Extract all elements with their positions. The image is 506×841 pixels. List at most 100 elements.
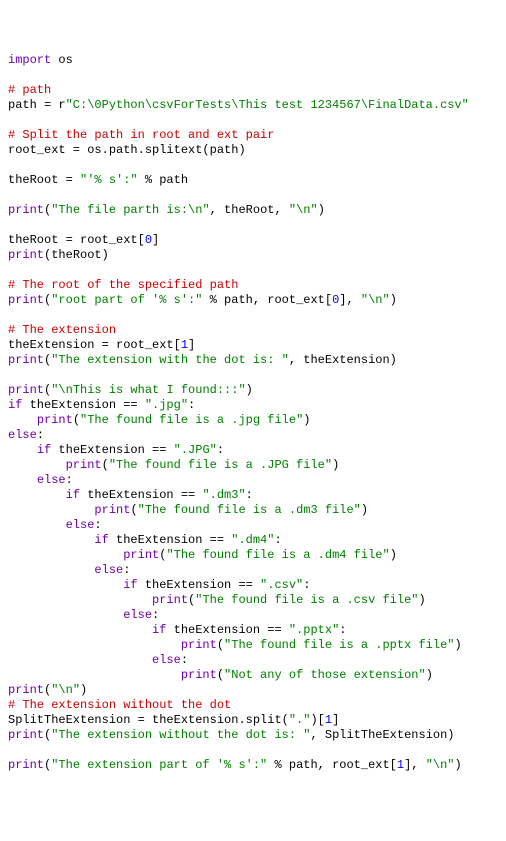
indent <box>8 563 94 577</box>
string-literal: "\n" <box>361 293 390 307</box>
code-text: ) <box>390 548 397 562</box>
indent <box>8 653 152 667</box>
indent <box>8 533 94 547</box>
code-text: : <box>274 533 281 547</box>
code-text: theExtension == <box>51 443 173 457</box>
keyword-else: else <box>66 518 95 532</box>
code-text: ) <box>361 503 368 517</box>
indent <box>8 443 37 457</box>
string-literal: "The found file is a .dm3 file" <box>138 503 361 517</box>
code-text: ] <box>188 338 195 352</box>
keyword-print: print <box>8 203 44 217</box>
code-text: , theExtension) <box>289 353 397 367</box>
string-literal: "The found file is a .jpg file" <box>80 413 303 427</box>
code-text: ) <box>303 413 310 427</box>
comment: # path <box>8 83 51 97</box>
module-name: os <box>51 53 73 67</box>
code-text: path = r <box>8 98 66 112</box>
string-literal: "The found file is a .dm4 file" <box>166 548 389 562</box>
keyword-else: else <box>152 653 181 667</box>
code-text: ], <box>339 293 361 307</box>
code-text: SplitTheExtension = theExtension.split( <box>8 713 289 727</box>
code-text: theExtension == <box>80 488 202 502</box>
string-literal: ".dm3" <box>202 488 245 502</box>
keyword-print: print <box>8 353 44 367</box>
string-literal: "The extension without the dot is: " <box>51 728 310 742</box>
indent <box>8 593 152 607</box>
code-text: : <box>152 608 159 622</box>
code-text: ) <box>455 758 462 772</box>
number-literal: 1 <box>181 338 188 352</box>
indent <box>8 518 66 532</box>
string-literal: "\n" <box>426 758 455 772</box>
string-literal: "\n" <box>289 203 318 217</box>
keyword-print: print <box>123 548 159 562</box>
code-text: : <box>303 578 310 592</box>
indent <box>8 578 123 592</box>
code-text: ) <box>332 458 339 472</box>
code-text: theExtension == <box>109 533 231 547</box>
indent <box>8 623 152 637</box>
keyword-if: if <box>8 398 22 412</box>
code-text: theRoot = <box>8 173 80 187</box>
keyword-import: import <box>8 53 51 67</box>
keyword-print: print <box>181 638 217 652</box>
keyword-if: if <box>37 443 51 457</box>
keyword-else: else <box>94 563 123 577</box>
keyword-print: print <box>94 503 130 517</box>
code-text: theExtension == <box>166 623 288 637</box>
code-text: ) <box>246 383 253 397</box>
string-literal: "." <box>289 713 311 727</box>
code-text: ( <box>217 668 224 682</box>
code-text: : <box>37 428 44 442</box>
keyword-print: print <box>66 458 102 472</box>
keyword-if: if <box>66 488 80 502</box>
string-literal: "The found file is a .JPG file" <box>109 458 332 472</box>
code-text: % path, root_ext[ <box>267 758 397 772</box>
string-literal: "The file parth is:\n" <box>51 203 209 217</box>
keyword-else: else <box>37 473 66 487</box>
string-literal: ".jpg" <box>145 398 188 412</box>
keyword-print: print <box>152 593 188 607</box>
string-literal: "Not any of those extension" <box>224 668 426 682</box>
keyword-print: print <box>8 683 44 697</box>
code-text: root_ext = os.path.splitext(path) <box>8 143 246 157</box>
code-text: : <box>339 623 346 637</box>
keyword-if: if <box>123 578 137 592</box>
code-text: theExtension = root_ext[ <box>8 338 181 352</box>
string-literal: "C:\0Python\csvForTests\This test 123456… <box>66 98 469 112</box>
code-text: ], <box>404 758 426 772</box>
code-text: ) <box>80 683 87 697</box>
code-text: : <box>181 653 188 667</box>
code-text: : <box>188 398 195 412</box>
string-literal: ".csv" <box>260 578 303 592</box>
code-text: : <box>246 488 253 502</box>
keyword-else: else <box>8 428 37 442</box>
code-block: import os # path path = r"C:\0Python\csv… <box>8 53 498 773</box>
code-text: : <box>94 518 101 532</box>
keyword-print: print <box>181 668 217 682</box>
code-text: ) <box>318 203 325 217</box>
code-text: : <box>217 443 224 457</box>
string-literal: "\n" <box>51 683 80 697</box>
code-text: theRoot = root_ext[ <box>8 233 145 247</box>
string-literal: ".JPG" <box>174 443 217 457</box>
code-text: : <box>66 473 73 487</box>
indent <box>8 458 66 472</box>
keyword-else: else <box>123 608 152 622</box>
code-text: ( <box>73 413 80 427</box>
number-literal: 1 <box>325 713 332 727</box>
code-text: ] <box>152 233 159 247</box>
string-literal: "root part of '% s':" <box>51 293 202 307</box>
keyword-print: print <box>8 758 44 772</box>
indent <box>8 503 94 517</box>
string-literal: ".pptx" <box>289 623 339 637</box>
number-literal: 0 <box>145 233 152 247</box>
string-literal: "\nThis is what I found:::" <box>51 383 245 397</box>
code-text: )[ <box>310 713 324 727</box>
code-text: ( <box>130 503 137 517</box>
string-literal: "The extension part of '% s':" <box>51 758 267 772</box>
code-text: theExtension == <box>138 578 260 592</box>
indent <box>8 473 37 487</box>
code-text: ( <box>217 638 224 652</box>
